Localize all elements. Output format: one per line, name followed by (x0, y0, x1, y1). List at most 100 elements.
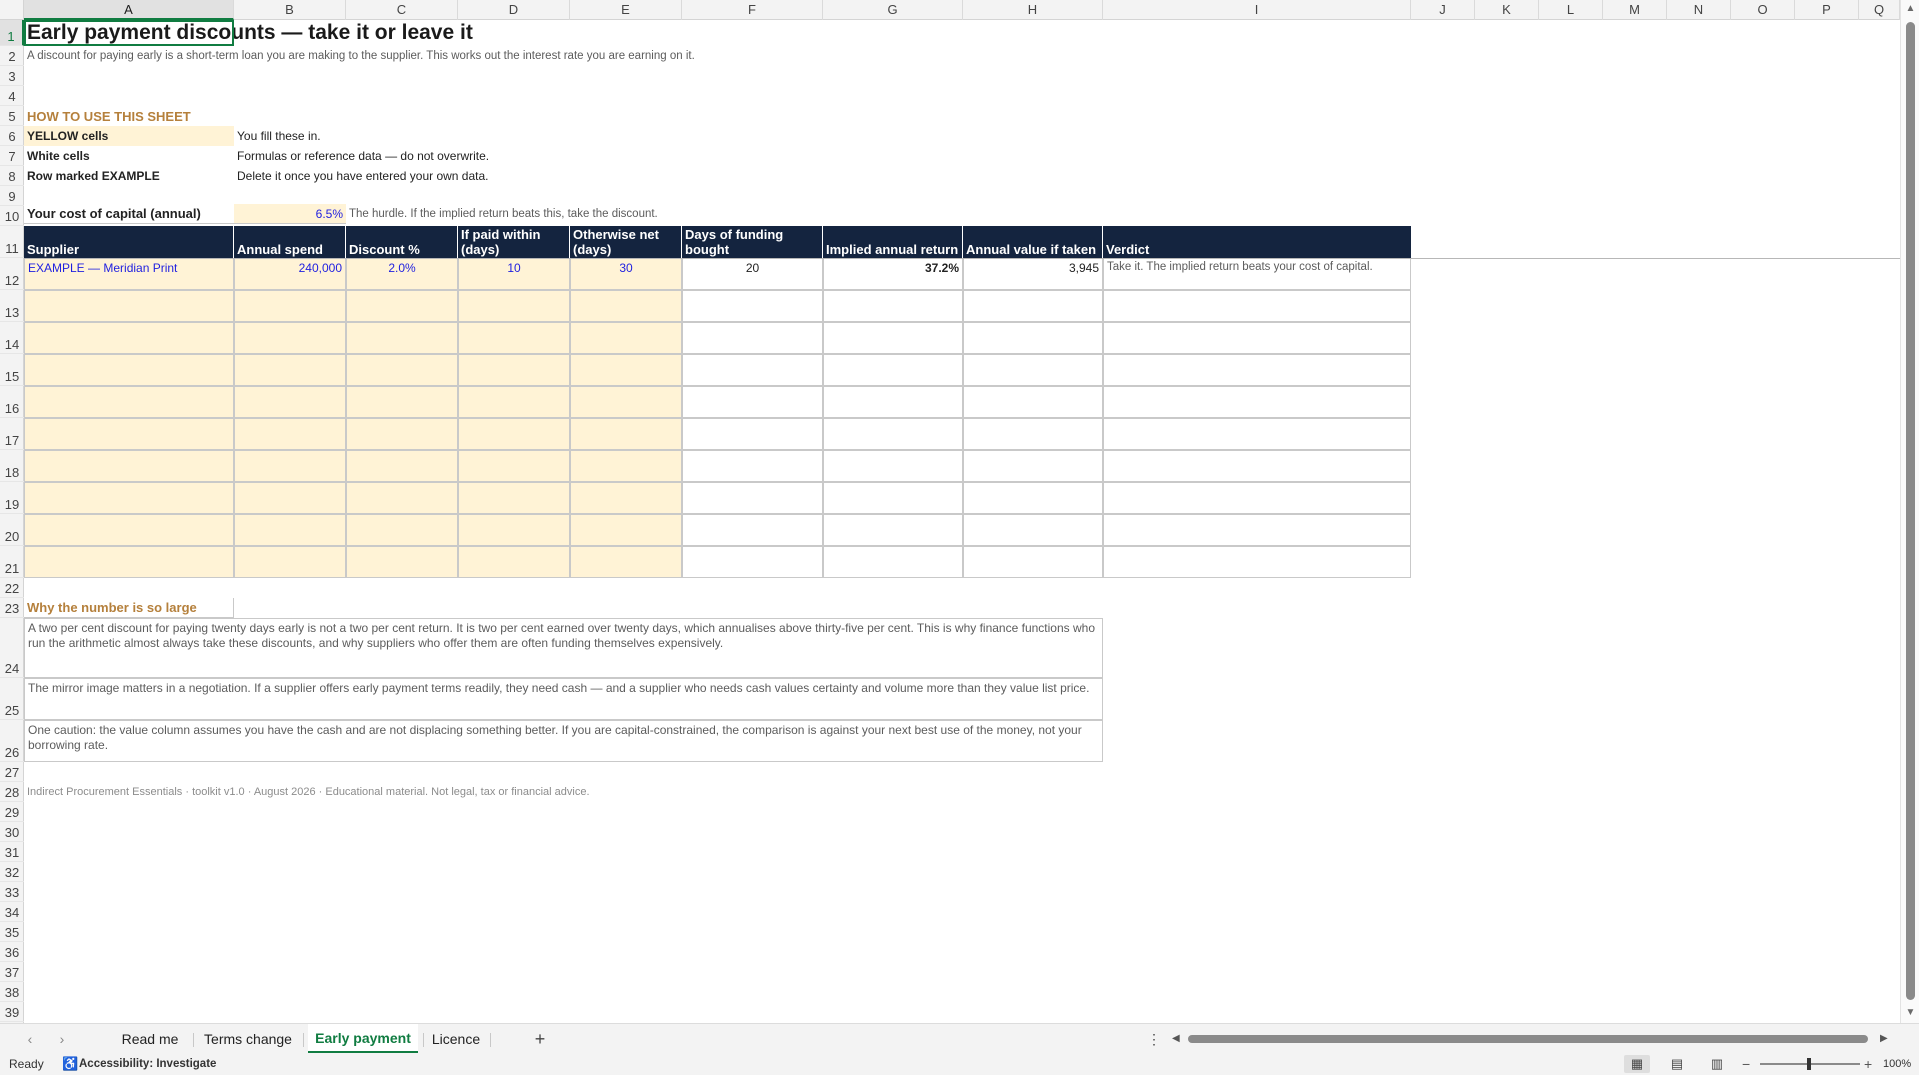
input-cell[interactable] (234, 450, 346, 482)
col-header-o[interactable]: O (1731, 0, 1795, 20)
why-paragraph-2[interactable]: The mirror image matters in a negotiatio… (24, 678, 1103, 720)
example-spend[interactable]: 240,000 (234, 258, 346, 290)
col-header-i[interactable]: I (1103, 0, 1411, 20)
formula-cell[interactable] (823, 514, 963, 546)
formula-cell[interactable] (682, 386, 823, 418)
input-cell[interactable] (346, 386, 458, 418)
formula-cell[interactable] (1103, 354, 1411, 386)
row-header[interactable]: 2 (0, 46, 24, 66)
formula-cell[interactable] (823, 546, 963, 578)
scroll-left-icon[interactable]: ◀ (1172, 1033, 1180, 1044)
row-header[interactable]: 31 (0, 842, 24, 862)
input-cell[interactable] (24, 418, 234, 450)
col-header-b[interactable]: B (234, 0, 346, 20)
tab-read-me[interactable]: Read me (112, 1024, 188, 1054)
scroll-down-icon[interactable]: ▼ (1901, 1006, 1919, 1020)
input-cell[interactable] (24, 386, 234, 418)
input-cell[interactable] (458, 482, 570, 514)
input-cell[interactable] (346, 482, 458, 514)
row-header[interactable]: 7 (0, 146, 24, 166)
row-header[interactable]: 36 (0, 942, 24, 962)
row-header[interactable]: 23 (0, 598, 24, 618)
row-header[interactable]: 38 (0, 982, 24, 1002)
example-implied-return[interactable]: 37.2% (823, 258, 963, 290)
input-cell[interactable] (346, 322, 458, 354)
howto-heading[interactable]: HOW TO USE THIS SHEET (24, 106, 324, 126)
normal-view-icon[interactable]: ▦ (1624, 1055, 1650, 1073)
input-cell[interactable] (570, 354, 682, 386)
select-all-corner[interactable] (0, 0, 24, 20)
input-cell[interactable] (346, 450, 458, 482)
formula-cell[interactable] (823, 482, 963, 514)
input-cell[interactable] (24, 322, 234, 354)
zoom-out-icon[interactable]: − (1742, 1053, 1750, 1075)
input-cell[interactable] (570, 546, 682, 578)
next-sheet-icon[interactable]: › (50, 1024, 74, 1054)
input-cell[interactable] (24, 354, 234, 386)
col-header-g[interactable]: G (823, 0, 963, 20)
input-cell[interactable] (24, 450, 234, 482)
input-cell[interactable] (234, 514, 346, 546)
more-options-icon[interactable]: ⋮ (1144, 1024, 1164, 1054)
zoom-slider-knob[interactable] (1807, 1058, 1811, 1070)
col-header-a[interactable]: A (24, 0, 234, 20)
formula-cell[interactable] (823, 418, 963, 450)
formula-cell[interactable] (963, 514, 1103, 546)
input-cell[interactable] (458, 290, 570, 322)
input-cell[interactable] (234, 546, 346, 578)
formula-cell[interactable] (682, 482, 823, 514)
formula-cell[interactable] (682, 450, 823, 482)
input-cell[interactable] (346, 290, 458, 322)
formula-cell[interactable] (1103, 386, 1411, 418)
formula-cell[interactable] (1103, 418, 1411, 450)
input-cell[interactable] (570, 418, 682, 450)
formula-cell[interactable] (963, 450, 1103, 482)
input-cell[interactable] (24, 482, 234, 514)
row-header[interactable]: 4 (0, 86, 24, 106)
header-supplier[interactable]: Supplier (24, 226, 234, 258)
input-cell[interactable] (24, 290, 234, 322)
cost-of-capital-note[interactable]: The hurdle. If the implied return beats … (346, 204, 846, 224)
example-days-bought[interactable]: 20 (682, 258, 823, 290)
row-header[interactable]: 35 (0, 922, 24, 942)
header-paid-within[interactable]: If paid within (days) (458, 226, 570, 258)
page-layout-icon[interactable]: ▤ (1664, 1055, 1690, 1073)
header-implied-return[interactable]: Implied annual return (823, 226, 963, 258)
header-otherwise-net[interactable]: Otherwise net (days) (570, 226, 682, 258)
row-header[interactable]: 20 (0, 514, 24, 546)
cost-of-capital-label[interactable]: Your cost of capital (annual) (24, 204, 234, 224)
zoom-slider[interactable] (1760, 1058, 1860, 1070)
header-days-bought[interactable]: Days of funding bought (682, 226, 823, 258)
formula-cell[interactable] (823, 354, 963, 386)
howto-label-yellow[interactable]: YELLOW cells (24, 126, 234, 146)
row-header[interactable]: 21 (0, 546, 24, 578)
formula-cell[interactable] (963, 354, 1103, 386)
howto-text-example[interactable]: Delete it once you have entered your own… (234, 166, 634, 186)
input-cell[interactable] (570, 450, 682, 482)
col-header-m[interactable]: M (1603, 0, 1667, 20)
row-header[interactable]: 11 (0, 226, 24, 258)
row-header[interactable]: 18 (0, 450, 24, 482)
formula-cell[interactable] (1103, 482, 1411, 514)
scroll-right-icon[interactable]: ▶ (1880, 1033, 1888, 1044)
header-verdict[interactable]: Verdict (1103, 226, 1411, 258)
zoom-in-icon[interactable]: + (1864, 1053, 1872, 1075)
formula-cell[interactable] (682, 546, 823, 578)
row-header[interactable]: 32 (0, 862, 24, 882)
input-cell[interactable] (234, 322, 346, 354)
row-header[interactable]: 8 (0, 166, 24, 186)
howto-label-white[interactable]: White cells (24, 146, 234, 166)
input-cell[interactable] (234, 386, 346, 418)
col-header-p[interactable]: P (1795, 0, 1859, 20)
formula-cell[interactable] (963, 418, 1103, 450)
input-cell[interactable] (234, 482, 346, 514)
row-header[interactable]: 33 (0, 882, 24, 902)
row-header[interactable]: 14 (0, 322, 24, 354)
input-cell[interactable] (346, 514, 458, 546)
add-sheet-button[interactable]: + (526, 1024, 554, 1054)
input-cell[interactable] (24, 514, 234, 546)
formula-cell[interactable] (963, 322, 1103, 354)
col-header-q[interactable]: Q (1859, 0, 1900, 20)
row-header[interactable]: 26 (0, 720, 24, 762)
howto-label-example[interactable]: Row marked EXAMPLE (24, 166, 234, 186)
